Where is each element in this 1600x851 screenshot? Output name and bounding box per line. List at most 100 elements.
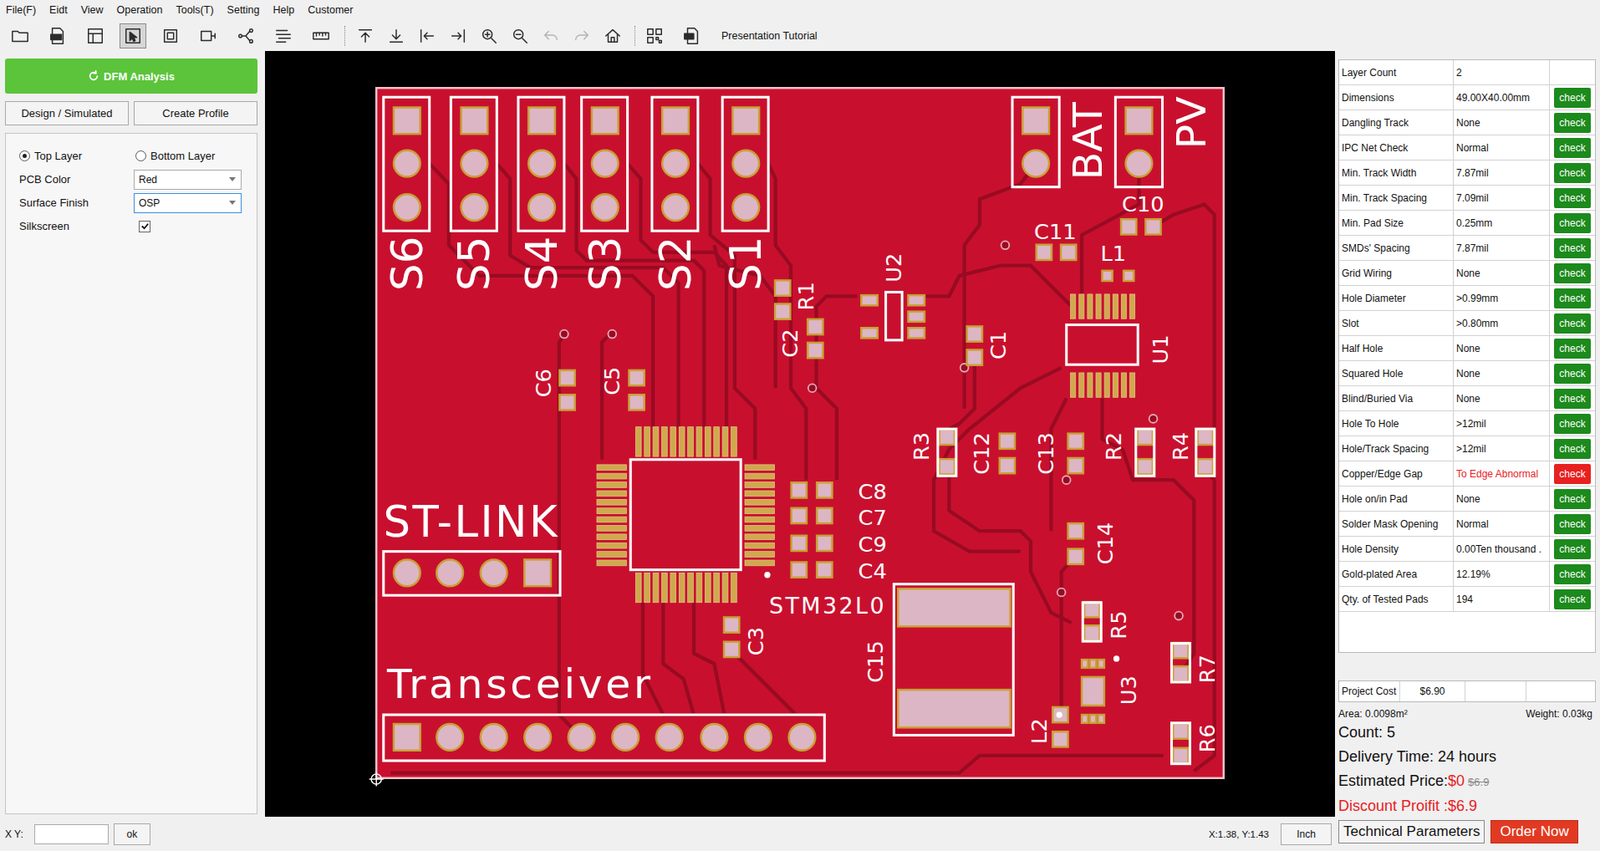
tool-button[interactable]: [232, 23, 260, 49]
smd-pad: [939, 429, 955, 445]
layer-radio[interactable]: Top Layer: [19, 149, 136, 163]
check-value: 2: [1453, 60, 1550, 85]
check-button[interactable]: check: [1554, 213, 1591, 234]
check-label: Copper/Edge Gap: [1339, 461, 1454, 486]
check-button[interactable]: check: [1554, 463, 1591, 485]
chip-pin: [687, 572, 694, 602]
check-button[interactable]: check: [1554, 288, 1591, 309]
tool-button[interactable]: [270, 23, 297, 49]
check-button[interactable]: check: [1554, 87, 1591, 108]
check-button[interactable]: check: [1554, 238, 1591, 259]
check-button[interactable]: check: [1554, 338, 1591, 359]
dfm-analysis-button[interactable]: DFM Analysis: [5, 58, 258, 94]
tool-button[interactable]: [44, 23, 72, 49]
check-label: Min. Track Spacing: [1339, 185, 1454, 210]
silkscreen-checkbox[interactable]: [138, 220, 151, 233]
check-button[interactable]: check: [1554, 163, 1591, 184]
tool-group: [351, 23, 627, 49]
check-button[interactable]: check: [1554, 413, 1591, 434]
smd-pad: [1098, 714, 1105, 724]
check-button[interactable]: check: [1554, 514, 1591, 535]
tool-button[interactable]: [81, 23, 109, 49]
workspace: DFM Analysis Design / SimulatedCreate Pro…: [0, 50, 1336, 817]
pcb-board[interactable]: S6S5S4S3S2S1BATPVC10C11L1U2R1C2C1U1C6C5R…: [366, 77, 1234, 789]
check-button[interactable]: check: [1554, 137, 1591, 158]
panel-button[interactable]: Design / Simulated: [5, 101, 129, 126]
silkscreen-label: C8: [858, 478, 887, 505]
xy-input[interactable]: [34, 824, 109, 845]
check-row: Dangling TrackNonecheck: [1339, 110, 1595, 136]
check-button[interactable]: check: [1554, 313, 1591, 334]
menu-item[interactable]: Help: [273, 4, 296, 16]
tool-button[interactable]: [157, 23, 184, 49]
tool-button[interactable]: [307, 23, 335, 49]
check-button[interactable]: check: [1554, 188, 1591, 209]
smd-pad: [723, 616, 739, 632]
tool-button[interactable]: [475, 23, 503, 49]
via: [1001, 240, 1010, 250]
smd-pad: [1060, 244, 1076, 260]
pdf-icon: [48, 26, 67, 46]
trace: [390, 755, 1163, 774]
round-pad: [524, 723, 551, 751]
check-button[interactable]: check: [1554, 589, 1591, 610]
tool-button[interactable]: [413, 23, 441, 49]
tutorial-link[interactable]: Presentation Tutorial: [721, 30, 818, 42]
chip-pin: [744, 516, 775, 523]
menu-item[interactable]: File(F): [5, 4, 36, 16]
menu-item[interactable]: Operation: [117, 4, 164, 16]
select-field[interactable]: Red: [133, 169, 242, 190]
smd-pad: [1081, 714, 1088, 724]
tool-button[interactable]: [641, 23, 668, 49]
area-text: Area: 0.0098m²: [1338, 707, 1408, 721]
check-button[interactable]: check: [1554, 539, 1591, 560]
pcb-canvas[interactable]: S6S5S4S3S2S1BATPVC10C11L1U2R1C2C1U1C6C5R…: [264, 50, 1336, 817]
via: [808, 383, 817, 393]
check-row: SMDs' Spacing7.87milcheck: [1339, 235, 1595, 261]
panel-button[interactable]: Create Profile: [133, 101, 258, 126]
tool-button[interactable]: [568, 23, 596, 49]
check-button[interactable]: check: [1554, 438, 1591, 459]
layer-radio[interactable]: Bottom Layer: [135, 149, 252, 163]
order-button[interactable]: Technical Parameters: [1338, 820, 1485, 844]
settings-box: Top LayerBottom LayerPCB ColorRedSurface…: [5, 132, 258, 815]
round-pad: [393, 559, 421, 586]
ok-button[interactable]: ok: [113, 823, 151, 846]
tool-button[interactable]: [506, 23, 534, 49]
check-button[interactable]: check: [1554, 363, 1591, 384]
tool-button[interactable]: [599, 23, 627, 49]
menu-item[interactable]: Tools(T): [175, 4, 214, 16]
tool-button[interactable]: [119, 23, 147, 49]
silkscreen-label: C2: [777, 328, 803, 357]
check-button[interactable]: check: [1554, 388, 1591, 409]
round-pad: [1126, 150, 1153, 178]
tool-button[interactable]: [6, 23, 34, 49]
tool-button[interactable]: [382, 23, 410, 49]
round-pad: [528, 150, 556, 178]
square-pad: [524, 559, 551, 586]
menu-item[interactable]: Customer: [307, 4, 353, 16]
check-button[interactable]: check: [1554, 112, 1591, 133]
tool-button[interactable]: [351, 23, 379, 49]
chip-pin: [1070, 372, 1076, 398]
tool-button[interactable]: [678, 23, 706, 49]
smd-pad: [861, 295, 878, 306]
menu-item[interactable]: Eidt: [49, 4, 68, 16]
silkscreen-label: R1: [793, 281, 819, 311]
header-outline: [1012, 96, 1060, 187]
smd-pad: [1084, 601, 1100, 617]
check-row: Hole Diameter>0.99mmcheck: [1339, 285, 1595, 311]
select-field[interactable]: OSP: [133, 193, 242, 214]
tool-button[interactable]: [194, 23, 222, 49]
menu-item[interactable]: Setting: [227, 4, 260, 16]
tool-button[interactable]: [444, 23, 472, 49]
check-button[interactable]: check: [1554, 263, 1591, 284]
menu-item[interactable]: View: [81, 4, 104, 16]
order-button[interactable]: Order Now: [1490, 820, 1578, 844]
unit-button[interactable]: Inch: [1280, 823, 1332, 846]
check-button[interactable]: check: [1554, 489, 1591, 510]
refresh-icon: [87, 70, 100, 82]
tool-button[interactable]: [537, 23, 565, 49]
round-pad: [393, 193, 421, 221]
check-button[interactable]: check: [1554, 564, 1591, 585]
